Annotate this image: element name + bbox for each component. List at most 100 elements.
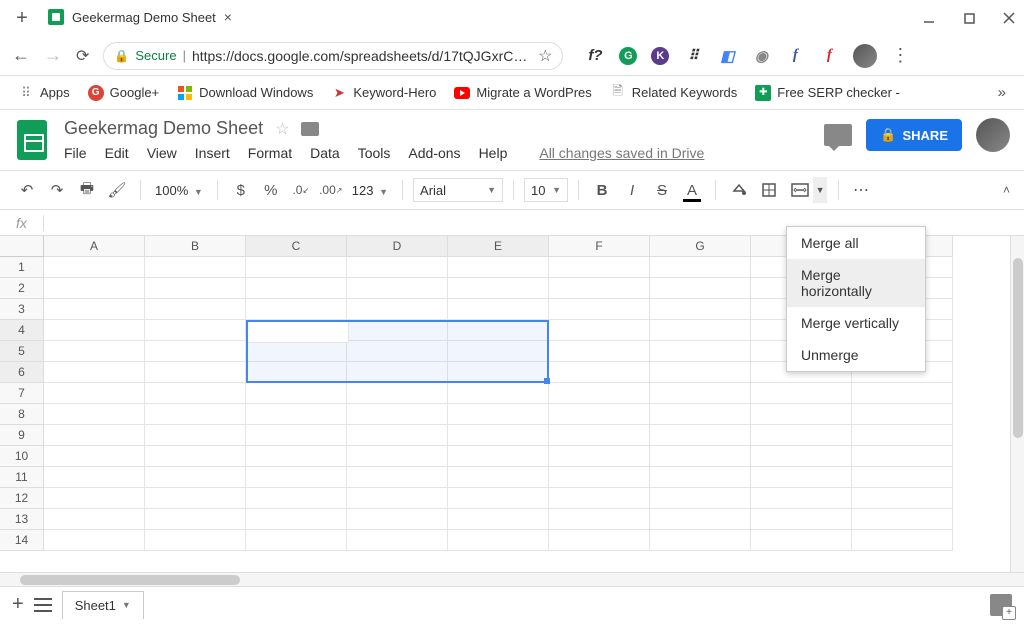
fill-handle[interactable]: [544, 378, 550, 384]
row-header-3[interactable]: 3: [0, 299, 44, 320]
cell-A5[interactable]: [44, 341, 145, 362]
all-sheets-button[interactable]: [34, 598, 52, 612]
cell-E11[interactable]: [448, 467, 549, 488]
cell-E1[interactable]: [448, 257, 549, 278]
folder-icon[interactable]: [301, 122, 319, 136]
cell-G10[interactable]: [650, 446, 751, 467]
cell-E7[interactable]: [448, 383, 549, 404]
row-header-2[interactable]: 2: [0, 278, 44, 299]
cell-H12[interactable]: [751, 488, 852, 509]
cell-I9[interactable]: [852, 425, 953, 446]
cell-G1[interactable]: [650, 257, 751, 278]
cell-A1[interactable]: [44, 257, 145, 278]
cell-I12[interactable]: [852, 488, 953, 509]
cell-F14[interactable]: [549, 530, 650, 551]
cell-D11[interactable]: [347, 467, 448, 488]
bookmark-download[interactable]: Download Windows: [177, 85, 313, 101]
cell-I13[interactable]: [852, 509, 953, 530]
ext-feedly-icon[interactable]: f: [819, 46, 839, 66]
account-avatar[interactable]: [976, 118, 1010, 152]
font-select[interactable]: Arial▼: [413, 178, 503, 202]
cell-F2[interactable]: [549, 278, 650, 299]
cell-A3[interactable]: [44, 299, 145, 320]
cell-G12[interactable]: [650, 488, 751, 509]
cell-B4[interactable]: [145, 320, 246, 341]
bookmark-related[interactable]: 🗎 Related Keywords: [610, 85, 738, 101]
currency-button[interactable]: $: [228, 177, 254, 203]
cell-B8[interactable]: [145, 404, 246, 425]
back-button[interactable]: ←: [12, 45, 30, 66]
cell-D3[interactable]: [347, 299, 448, 320]
bookmark-apps[interactable]: ⠿ Apps: [18, 85, 70, 101]
cell-I7[interactable]: [852, 383, 953, 404]
sheets-logo-icon[interactable]: [14, 118, 50, 162]
cell-H8[interactable]: [751, 404, 852, 425]
fill-color-button[interactable]: [726, 177, 752, 203]
vertical-scrollbar[interactable]: [1010, 236, 1024, 572]
row-header-1[interactable]: 1: [0, 257, 44, 278]
ext-f-icon[interactable]: f?: [585, 46, 605, 66]
cell-F6[interactable]: [549, 362, 650, 383]
cell-F10[interactable]: [549, 446, 650, 467]
col-header-C[interactable]: C: [246, 236, 347, 257]
cell-A2[interactable]: [44, 278, 145, 299]
ext-grammarly-icon[interactable]: G: [619, 47, 637, 65]
number-format-select[interactable]: 123 ▼: [348, 183, 392, 198]
cell-E12[interactable]: [448, 488, 549, 509]
sheet-tab-menu-icon[interactable]: ▼: [122, 600, 131, 610]
cell-E14[interactable]: [448, 530, 549, 551]
font-size-select[interactable]: 10▼: [524, 178, 568, 202]
cell-D2[interactable]: [347, 278, 448, 299]
cell-F8[interactable]: [549, 404, 650, 425]
merge-horizontal-item[interactable]: Merge horizontally: [787, 259, 925, 307]
cell-D14[interactable]: [347, 530, 448, 551]
tab-close-icon[interactable]: ×: [224, 9, 232, 25]
cell-A8[interactable]: [44, 404, 145, 425]
browser-tab[interactable]: Geekermag Demo Sheet ×: [38, 2, 242, 32]
cell-A4[interactable]: [44, 320, 145, 341]
comments-icon[interactable]: [824, 124, 852, 146]
print-button[interactable]: 🖶: [74, 177, 100, 203]
row-header-13[interactable]: 13: [0, 509, 44, 530]
cell-G9[interactable]: [650, 425, 751, 446]
row-header-4[interactable]: 4: [0, 320, 44, 341]
cell-A11[interactable]: [44, 467, 145, 488]
undo-button[interactable]: ↶: [14, 177, 40, 203]
cell-G13[interactable]: [650, 509, 751, 530]
cell-C12[interactable]: [246, 488, 347, 509]
ext-square-icon[interactable]: ◧: [717, 46, 737, 66]
cell-B2[interactable]: [145, 278, 246, 299]
cell-H14[interactable]: [751, 530, 852, 551]
cell-C13[interactable]: [246, 509, 347, 530]
chrome-menu-icon[interactable]: ⋮: [891, 45, 909, 66]
cell-G6[interactable]: [650, 362, 751, 383]
cell-F7[interactable]: [549, 383, 650, 404]
bookmark-serp[interactable]: ✚ Free SERP checker -: [755, 85, 900, 101]
zoom-select[interactable]: 100% ▼: [151, 183, 207, 198]
cell-B3[interactable]: [145, 299, 246, 320]
cell-A12[interactable]: [44, 488, 145, 509]
cell-F12[interactable]: [549, 488, 650, 509]
col-header-E[interactable]: E: [448, 236, 549, 257]
col-header-F[interactable]: F: [549, 236, 650, 257]
toolbar-more-button[interactable]: ⋯: [849, 177, 875, 203]
cell-D1[interactable]: [347, 257, 448, 278]
row-header-12[interactable]: 12: [0, 488, 44, 509]
omnibox[interactable]: 🔒 Secure | https://docs.google.com/sprea…: [103, 42, 563, 70]
cell-E3[interactable]: [448, 299, 549, 320]
cell-D12[interactable]: [347, 488, 448, 509]
bookmark-star-icon[interactable]: ☆: [538, 46, 552, 66]
cell-E9[interactable]: [448, 425, 549, 446]
decrease-decimal-button[interactable]: .0↙: [288, 177, 314, 203]
cell-F5[interactable]: [549, 341, 650, 362]
cell-I14[interactable]: [852, 530, 953, 551]
cell-F4[interactable]: [549, 320, 650, 341]
cell-selection[interactable]: [246, 320, 549, 383]
share-button[interactable]: 🔒 SHARE: [866, 119, 962, 151]
profile-avatar-icon[interactable]: [853, 44, 877, 68]
cell-B10[interactable]: [145, 446, 246, 467]
cell-F9[interactable]: [549, 425, 650, 446]
cell-C11[interactable]: [246, 467, 347, 488]
cell-B12[interactable]: [145, 488, 246, 509]
select-all-corner[interactable]: [0, 236, 44, 257]
